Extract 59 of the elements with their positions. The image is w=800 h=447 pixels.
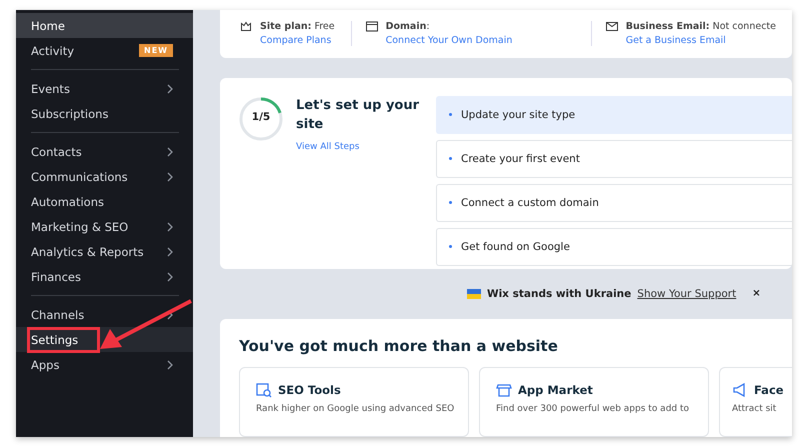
sidebar-item[interactable]: Automations <box>16 189 193 214</box>
setup-step[interactable]: Connect a custom domain <box>436 184 792 222</box>
sidebar-item[interactable]: Activity NEW <box>16 38 193 63</box>
sidebar-label: Apps <box>31 356 60 374</box>
sidebar-item[interactable]: Subscriptions <box>16 101 193 126</box>
view-steps-link[interactable]: View All Steps <box>296 142 360 152</box>
info-link[interactable]: Connect Your Own Domain <box>386 35 512 46</box>
info-label: Site plan: Free <box>260 21 335 32</box>
sidebar-label: Contacts <box>31 144 82 160</box>
sidebar-item[interactable]: Settings <box>16 327 193 352</box>
progress-ring <box>238 96 284 142</box>
banner-text: Wix stands with Ukraine <box>487 288 632 300</box>
sidebar-item[interactable]: Analytics & Reports <box>16 239 193 264</box>
sidebar-label: Channels <box>31 306 84 324</box>
storefront-icon <box>496 382 512 398</box>
sidebar-item[interactable]: Events <box>16 76 193 101</box>
setup-title: Let's set up your site <box>296 96 420 134</box>
sidebar-item[interactable]: Marketing & SEO <box>16 214 193 239</box>
feature-title: Face <box>754 383 784 397</box>
info-label: Domain: <box>386 21 431 32</box>
feature-description: Rank higher on Google using advanced SEO <box>256 404 452 414</box>
support-link[interactable]: Show Your Support <box>637 288 736 300</box>
flag-icon <box>467 288 481 299</box>
feature-title: App Market <box>518 383 593 397</box>
sidebar-item[interactable]: Channels <box>16 302 193 327</box>
feature-description: Attract sit <box>732 404 778 414</box>
sidebar-item[interactable]: Finances <box>16 264 193 289</box>
sidebar-label: Marketing & SEO <box>31 218 128 236</box>
sidebar-label: Subscriptions <box>31 106 108 122</box>
sidebar-item[interactable]: Apps <box>16 352 193 377</box>
feature-description: Find over 300 powerful web apps to add to <box>496 404 690 414</box>
info-link[interactable]: Get a Business Email <box>626 35 776 46</box>
sidebar-item[interactable]: Communications <box>16 164 193 189</box>
info-label: Business Email: Not connecte <box>626 21 776 32</box>
section-title: You've got much more than a website <box>239 337 559 355</box>
sidebar-label: Analytics & Reports <box>31 244 144 260</box>
sidebar-label: Communications <box>31 168 128 186</box>
setup-step[interactable]: Create your first event <box>436 140 792 178</box>
sidebar-label: Finances <box>31 268 81 286</box>
progress-text: 1/5 <box>250 110 272 123</box>
sidebar-label: Events <box>31 80 70 98</box>
feature-card[interactable]: App Market Find over 300 powerful web apps to add to <box>479 367 709 437</box>
browser-window-icon <box>366 21 378 32</box>
setup-step[interactable]: Update your site type <box>436 96 792 134</box>
info-link[interactable]: Compare Plans <box>260 35 335 46</box>
sidebar-item[interactable]: Contacts <box>16 139 193 164</box>
setup-step[interactable]: Get found on Google <box>436 228 792 266</box>
crown-icon <box>240 21 252 32</box>
feature-title: SEO Tools <box>278 383 341 397</box>
sidebar-item[interactable]: Home <box>16 13 193 38</box>
feature-card[interactable]: Face Attract sit <box>719 367 792 437</box>
sidebar-label: Home <box>31 18 65 34</box>
sidebar-label: Automations <box>31 194 104 210</box>
magnifier-page-icon <box>256 382 272 398</box>
sidebar-label: Activity <box>31 42 74 60</box>
close-button[interactable]: × <box>752 288 761 300</box>
envelope-icon <box>606 21 618 32</box>
new-badge: NEW <box>139 44 173 57</box>
feature-card[interactable]: SEO Tools Rank higher on Google using advanced SEO <box>239 367 469 437</box>
